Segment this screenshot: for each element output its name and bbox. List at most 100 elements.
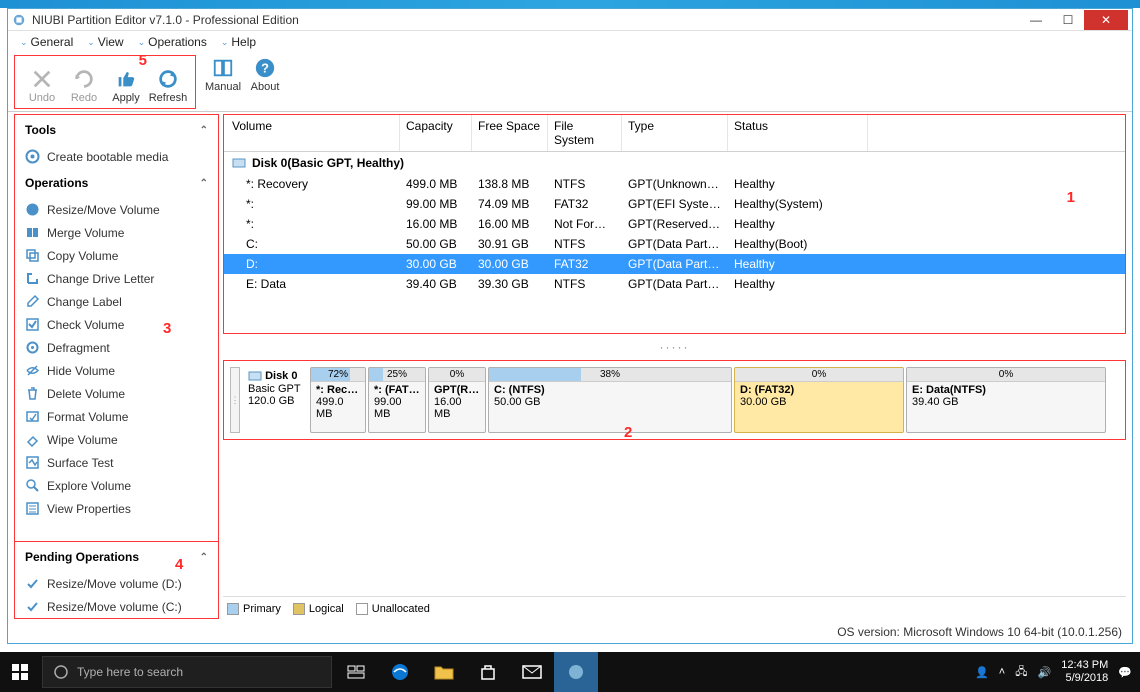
- disk-header-row[interactable]: Disk 0(Basic GPT, Healthy): [224, 152, 1125, 174]
- op-wipe[interactable]: Wipe Volume: [15, 428, 218, 451]
- col-type[interactable]: Type: [622, 115, 728, 151]
- op-resize[interactable]: Resize/Move Volume: [15, 198, 218, 221]
- menu-operations[interactable]: ⌄Operations: [132, 33, 213, 51]
- op-check[interactable]: Check Volume: [15, 313, 218, 336]
- window-title: NIUBI Partition Editor v7.1.0 - Professi…: [32, 13, 1020, 27]
- volume-row[interactable]: D:30.00 GB30.00 GBFAT32GPT(Data Partiti.…: [224, 254, 1125, 274]
- desktop-background: [0, 0, 1140, 8]
- cell: *:: [224, 216, 400, 232]
- explorer-button[interactable]: [422, 652, 466, 692]
- disk-icon: [248, 369, 262, 383]
- apply-button[interactable]: Apply: [105, 58, 147, 104]
- cell: GPT(Data Partiti...: [622, 276, 728, 292]
- op-merge[interactable]: Merge Volume: [15, 221, 218, 244]
- pending-header[interactable]: Pending Operations ⌃: [15, 542, 218, 572]
- op-explore[interactable]: Explore Volume: [15, 474, 218, 497]
- start-button[interactable]: [0, 652, 40, 692]
- cell: FAT32: [548, 256, 622, 272]
- operations-header[interactable]: Operations ⌃: [15, 168, 218, 198]
- app-icon: [12, 13, 26, 27]
- col-fs[interactable]: File System: [548, 115, 622, 151]
- trash-icon: [25, 386, 40, 401]
- taskview-icon: [347, 665, 365, 679]
- tool-bootable-media[interactable]: Create bootable media: [15, 145, 218, 168]
- redo-button[interactable]: Redo: [63, 58, 105, 104]
- taskbar-search[interactable]: Type here to search: [42, 656, 332, 688]
- tray-chevron-icon[interactable]: ˄: [999, 666, 1005, 678]
- op-delete[interactable]: Delete Volume: [15, 382, 218, 405]
- cell: 39.30 GB: [472, 276, 548, 292]
- col-volume[interactable]: Volume: [224, 115, 400, 151]
- op-copy[interactable]: Copy Volume: [15, 244, 218, 267]
- resize-handle-dots[interactable]: ·····: [223, 334, 1126, 360]
- folder-icon: [434, 664, 454, 680]
- partition-block[interactable]: 0% D: (FAT32)30.00 GB: [734, 367, 904, 433]
- partition-block[interactable]: 38% C: (NTFS)50.00 GB: [488, 367, 732, 433]
- statusbar: OS version: Microsoft Windows 10 64-bit …: [8, 621, 1132, 643]
- col-free[interactable]: Free Space: [472, 115, 548, 151]
- pending-item-d[interactable]: Resize/Move volume (D:): [15, 572, 218, 595]
- mail-button[interactable]: [510, 652, 554, 692]
- op-format[interactable]: Format Volume: [15, 405, 218, 428]
- notifications-button[interactable]: 💬: [1118, 666, 1132, 679]
- about-button[interactable]: ? About: [244, 57, 286, 93]
- col-capacity[interactable]: Capacity: [400, 115, 472, 151]
- menu-view[interactable]: ⌄View: [81, 33, 129, 51]
- partition-block[interactable]: 72% *: Recov...499.0 MB: [310, 367, 366, 433]
- cell: 30.91 GB: [472, 236, 548, 252]
- taskbar: Type here to search 👤 ˄ 🖧 🔊 12:43 PM 5/9…: [0, 652, 1140, 692]
- maximize-button[interactable]: ☐: [1052, 10, 1084, 30]
- merge-icon: [25, 225, 40, 240]
- diskmap-drag-handle[interactable]: ⋮: [230, 367, 240, 433]
- tray-volume-icon[interactable]: 🔊: [1038, 666, 1052, 679]
- tray-network-icon[interactable]: 🖧: [1015, 663, 1027, 682]
- store-button[interactable]: [466, 652, 510, 692]
- volume-row[interactable]: C:50.00 GB30.91 GBNTFSGPT(Data Partiti..…: [224, 234, 1125, 254]
- volume-row[interactable]: *:99.00 MB74.09 MBFAT32GPT(EFI System ..…: [224, 194, 1125, 214]
- cell: 16.00 MB: [472, 216, 548, 232]
- volume-row[interactable]: *: Recovery499.0 MB138.8 MBNTFSGPT(Unkno…: [224, 174, 1125, 194]
- op-hide[interactable]: Hide Volume: [15, 359, 218, 382]
- pending-item-c[interactable]: Resize/Move volume (C:): [15, 595, 218, 618]
- thumbs-up-icon: [115, 68, 137, 90]
- op-properties[interactable]: View Properties: [15, 497, 218, 520]
- taskbar-clock[interactable]: 12:43 PM 5/9/2018: [1061, 659, 1108, 685]
- main-area: Volume Capacity Free Space File System T…: [221, 112, 1132, 621]
- swatch-primary: [227, 603, 239, 615]
- op-letter[interactable]: Change Drive Letter: [15, 267, 218, 290]
- tray-people-icon[interactable]: 👤: [975, 666, 989, 679]
- task-view-button[interactable]: [334, 652, 378, 692]
- disk-map: ⋮ Disk 0 Basic GPT 120.0 GB 72% *: Recov…: [223, 360, 1126, 440]
- volume-row[interactable]: E: Data39.40 GB39.30 GBNTFSGPT(Data Part…: [224, 274, 1125, 294]
- col-status[interactable]: Status: [728, 115, 868, 151]
- hide-icon: [25, 363, 40, 378]
- partition-usage-bar: 72%: [311, 368, 365, 382]
- refresh-button[interactable]: Refresh: [147, 58, 189, 104]
- menu-help[interactable]: ⌄Help: [215, 33, 262, 51]
- properties-icon: [25, 501, 40, 516]
- partition-block[interactable]: 0% GPT(Res...16.00 MB: [428, 367, 486, 433]
- chevron-down-icon: ⌄: [20, 37, 28, 48]
- partition-block[interactable]: 0% E: Data(NTFS)39.40 GB: [906, 367, 1106, 433]
- partition-block[interactable]: 25% *: (FAT32)99.00 MB: [368, 367, 426, 433]
- op-label[interactable]: Change Label: [15, 290, 218, 313]
- op-surface[interactable]: Surface Test: [15, 451, 218, 474]
- tools-header[interactable]: Tools ⌃: [15, 115, 218, 145]
- sidebar: Tools ⌃ Create bootable media Operations…: [14, 114, 219, 619]
- manual-button[interactable]: Manual: [202, 57, 244, 93]
- cell: 138.8 MB: [472, 176, 548, 192]
- op-defrag[interactable]: Defragment: [15, 336, 218, 359]
- store-icon: [479, 663, 497, 681]
- volume-row[interactable]: *:16.00 MB16.00 MBNot Forma...GPT(Reserv…: [224, 214, 1125, 234]
- minimize-button[interactable]: —: [1020, 10, 1052, 30]
- close-button[interactable]: ✕: [1084, 10, 1128, 30]
- menubar: ⌄General ⌄View ⌄Operations ⌄Help: [8, 31, 1132, 53]
- cell: GPT(Data Partiti...: [622, 256, 728, 272]
- active-app-button[interactable]: [554, 652, 598, 692]
- windows-icon: [12, 664, 28, 680]
- edge-button[interactable]: [378, 652, 422, 692]
- disk-icon: [232, 156, 246, 170]
- menu-general[interactable]: ⌄General: [14, 33, 79, 51]
- undo-button[interactable]: Undo: [21, 58, 63, 104]
- question-icon: ?: [254, 57, 276, 79]
